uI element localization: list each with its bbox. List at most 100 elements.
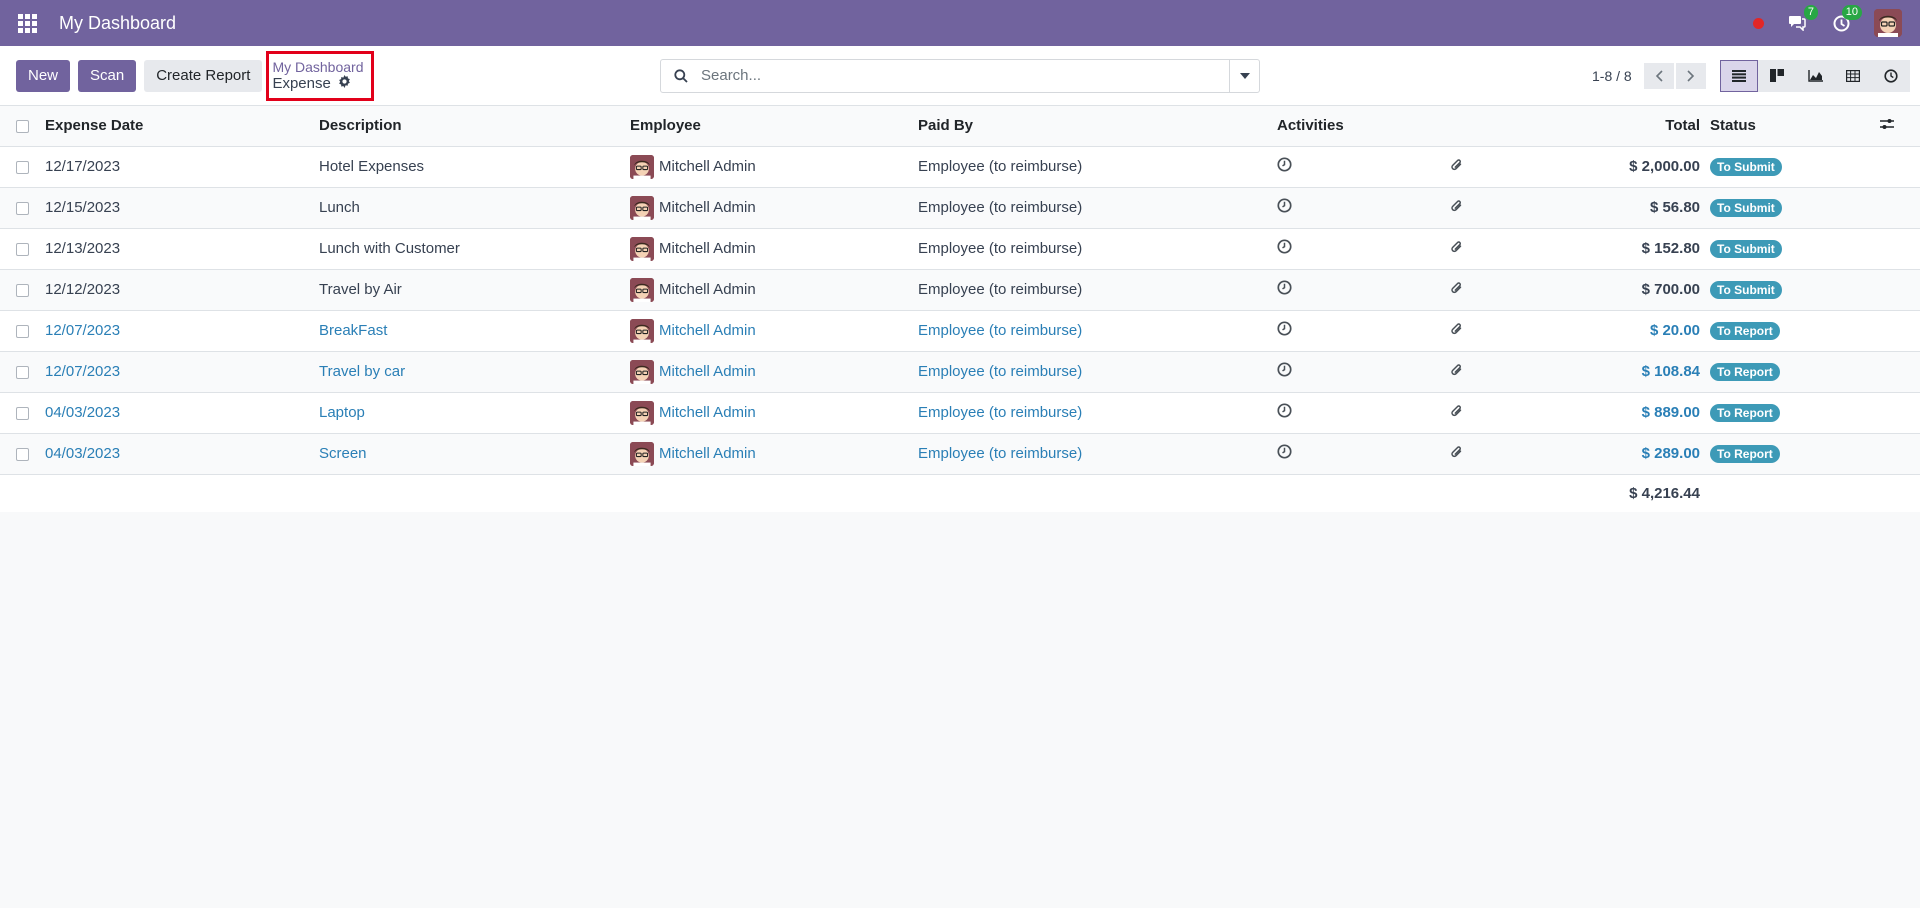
pager-previous-button[interactable] <box>1643 62 1674 89</box>
activity-view-button[interactable] <box>1872 59 1910 92</box>
description-cell: BreakFast <box>319 310 630 352</box>
pivot-view-button[interactable] <box>1834 59 1872 92</box>
pager-value[interactable]: 1-8 / 8 <box>1592 68 1632 84</box>
description-cell: Screen <box>319 433 630 475</box>
total-cell: $ 700.00 <box>1500 269 1710 311</box>
search-bar <box>660 58 1260 93</box>
row-checkbox[interactable] <box>16 160 29 174</box>
attachment-paperclip-icon[interactable] <box>1451 404 1463 422</box>
user-avatar[interactable] <box>1874 9 1902 37</box>
pager: 1-8 / 8 <box>1592 62 1706 89</box>
activities-count-badge: 10 <box>1841 5 1862 20</box>
header-paid-by[interactable]: Paid By <box>918 106 1277 147</box>
activity-clock-icon[interactable] <box>1277 280 1292 299</box>
expense-date-cell: 04/03/2023 <box>45 392 319 434</box>
status-badge: To Report <box>1710 403 1780 422</box>
expense-date-cell: 12/07/2023 <box>45 310 319 352</box>
paid-by-cell: Employee (to reimburse) <box>918 351 1277 393</box>
header-attachment <box>1451 106 1500 147</box>
employee-name: Mitchell Admin <box>659 158 756 175</box>
employee-avatar[interactable] <box>630 154 654 179</box>
row-checkbox[interactable] <box>16 447 29 461</box>
activity-clock-icon[interactable] <box>1277 157 1292 176</box>
paid-by-cell: Employee (to reimburse) <box>918 392 1277 434</box>
create-report-button[interactable]: Create Report <box>144 59 263 92</box>
activity-clock-icon[interactable] <box>1277 321 1292 340</box>
status-badge: To Submit <box>1710 157 1782 176</box>
select-all-checkbox[interactable] <box>16 119 29 133</box>
row-checkbox[interactable] <box>16 365 29 379</box>
attachment-paperclip-icon[interactable] <box>1451 199 1463 217</box>
employee-avatar[interactable] <box>630 359 654 384</box>
attachment-paperclip-icon[interactable] <box>1451 281 1463 299</box>
scan-button[interactable]: Scan <box>78 59 137 92</box>
table-row[interactable]: 04/03/2023 Screen Mitchell Admin Employe… <box>0 433 1920 475</box>
messages-icon[interactable]: 7 <box>1786 5 1818 34</box>
status-badge: To Submit <box>1710 198 1782 217</box>
search-input[interactable] <box>701 67 1229 84</box>
attachment-paperclip-icon[interactable] <box>1451 240 1463 258</box>
list-view-button[interactable] <box>1720 59 1758 92</box>
pager-next-button[interactable] <box>1675 62 1706 89</box>
breadcrumb-parent-link[interactable]: My Dashboard <box>272 59 363 75</box>
activity-clock-icon[interactable] <box>1277 444 1292 463</box>
expense-date-cell: 12/12/2023 <box>45 269 319 311</box>
row-checkbox[interactable] <box>16 324 29 338</box>
attachment-paperclip-icon[interactable] <box>1451 363 1463 381</box>
apps-menu-icon[interactable] <box>18 13 37 33</box>
activity-clock-icon[interactable] <box>1277 239 1292 258</box>
gear-icon[interactable] <box>338 74 351 92</box>
description-cell: Travel by car <box>319 351 630 393</box>
row-checkbox[interactable] <box>16 242 29 256</box>
description-cell: Laptop <box>319 392 630 434</box>
activity-clock-icon[interactable] <box>1277 198 1292 217</box>
employee-avatar[interactable] <box>630 318 654 343</box>
total-cell: $ 889.00 <box>1500 392 1710 434</box>
employee-avatar[interactable] <box>630 400 654 425</box>
header-expense-date[interactable]: Expense Date <box>45 106 319 147</box>
row-checkbox[interactable] <box>16 201 29 215</box>
header-status[interactable]: Status <box>1710 106 1880 147</box>
header-activities[interactable]: Activities <box>1277 106 1451 147</box>
top-navbar: My Dashboard 7 10 <box>0 0 1920 46</box>
table-row[interactable]: 12/13/2023 Lunch with Customer Mitchell … <box>0 228 1920 270</box>
row-checkbox[interactable] <box>16 406 29 420</box>
attachment-paperclip-icon[interactable] <box>1451 445 1463 463</box>
activities-clock-icon[interactable]: 10 <box>1830 5 1862 34</box>
employee-name: Mitchell Admin <box>659 322 756 339</box>
search-options-toggle[interactable] <box>1229 59 1259 92</box>
employee-avatar[interactable] <box>630 195 654 220</box>
header-employee[interactable]: Employee <box>630 106 918 147</box>
total-cell: $ 289.00 <box>1500 433 1710 475</box>
activity-clock-icon[interactable] <box>1277 403 1292 422</box>
table-row[interactable]: 12/12/2023 Travel by Air Mitchell Admin … <box>0 269 1920 311</box>
table-row[interactable]: 12/07/2023 Travel by car Mitchell Admin … <box>0 351 1920 393</box>
employee-avatar[interactable] <box>630 441 654 466</box>
expense-date-cell: 12/15/2023 <box>45 187 319 229</box>
table-row[interactable]: 12/17/2023 Hotel Expenses Mitchell Admin… <box>0 146 1920 188</box>
table-row[interactable]: 04/03/2023 Laptop Mitchell Admin Employe… <box>0 392 1920 434</box>
recording-indicator-icon[interactable] <box>1753 17 1764 29</box>
header-total[interactable]: Total <box>1500 106 1710 147</box>
new-button[interactable]: New <box>16 59 71 92</box>
expense-date-cell: 12/13/2023 <box>45 228 319 270</box>
row-checkbox[interactable] <box>16 283 29 297</box>
chevron-right-icon <box>1687 69 1694 82</box>
graph-view-button[interactable] <box>1796 59 1834 92</box>
table-row[interactable]: 12/07/2023 BreakFast Mitchell Admin Empl… <box>0 310 1920 352</box>
optional-columns-toggle-icon[interactable] <box>1880 117 1894 134</box>
kanban-view-button[interactable] <box>1758 59 1796 92</box>
attachment-paperclip-icon[interactable] <box>1451 158 1463 176</box>
table-row[interactable]: 12/15/2023 Lunch Mitchell Admin Employee… <box>0 187 1920 229</box>
header-description[interactable]: Description <box>319 106 630 147</box>
breadcrumb-current: Expense <box>272 74 331 92</box>
employee-avatar[interactable] <box>630 236 654 261</box>
table-grid-icon <box>1846 69 1860 82</box>
paid-by-cell: Employee (to reimburse) <box>918 146 1277 188</box>
attachment-paperclip-icon[interactable] <box>1451 322 1463 340</box>
app-title[interactable]: My Dashboard <box>59 13 176 34</box>
total-cell: $ 20.00 <box>1500 310 1710 352</box>
employee-avatar[interactable] <box>630 277 654 302</box>
activity-clock-icon[interactable] <box>1277 362 1292 381</box>
paid-by-cell: Employee (to reimburse) <box>918 433 1277 475</box>
